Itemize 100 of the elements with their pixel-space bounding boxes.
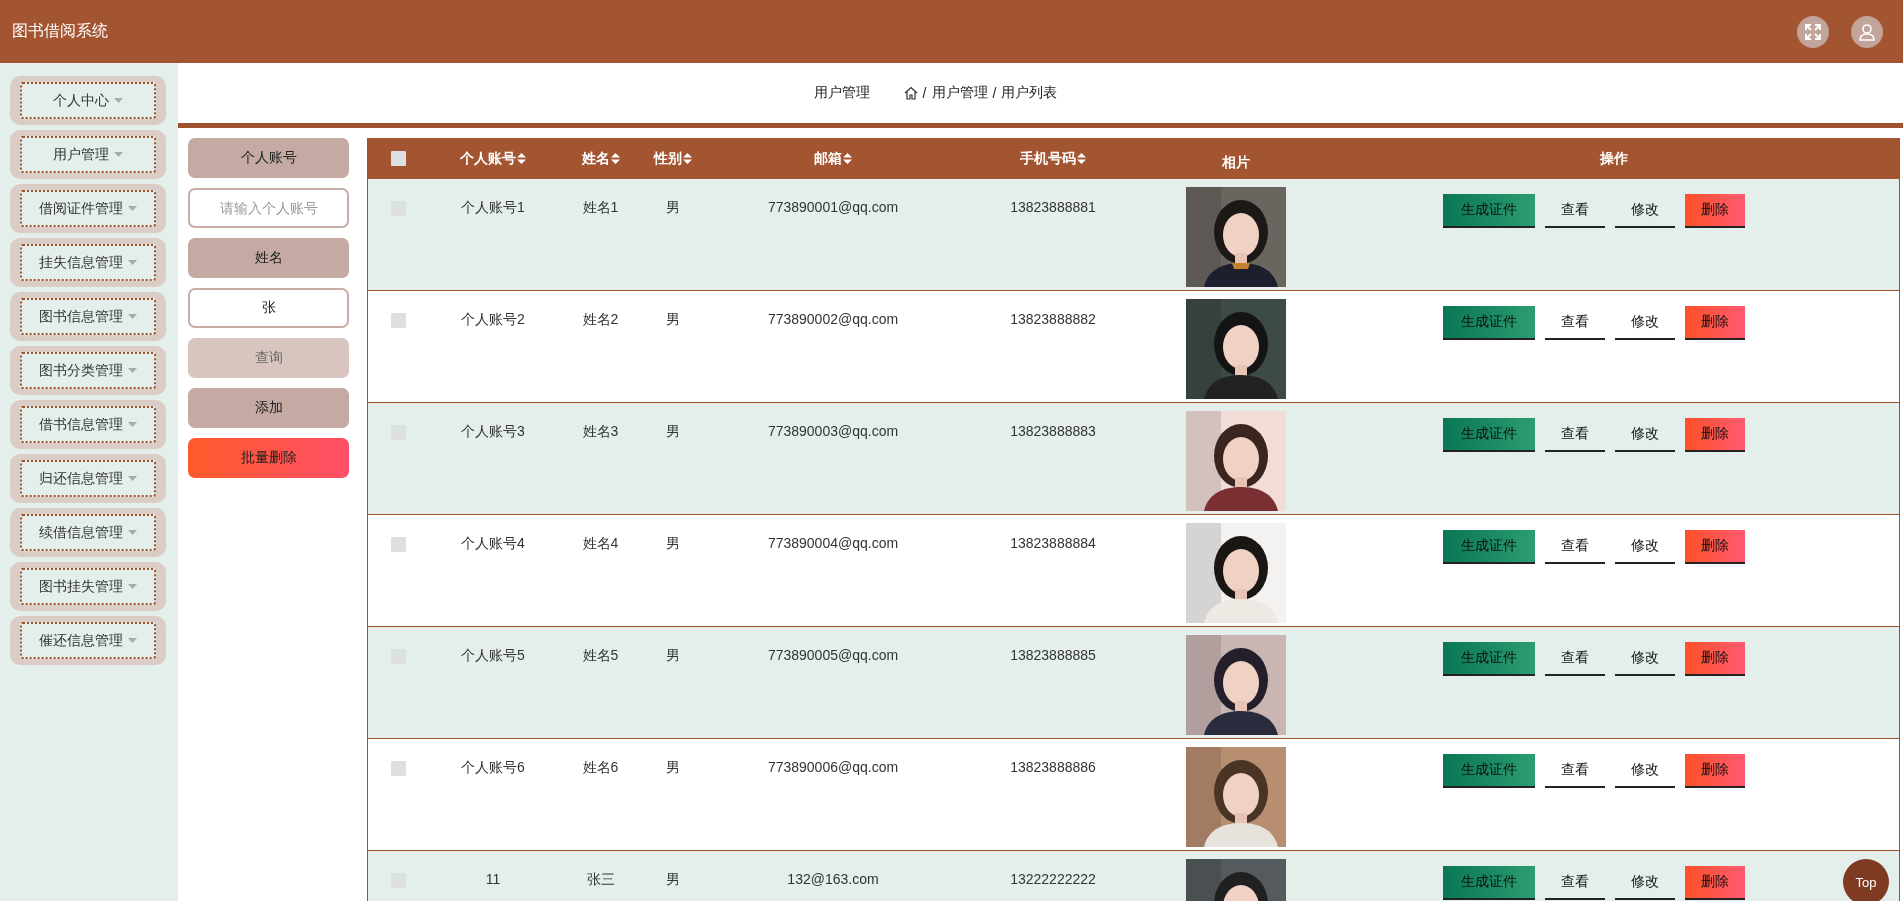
search-button[interactable]: 查询 <box>188 338 349 378</box>
text-button[interactable]: 查看 <box>1545 306 1605 340</box>
table-cell: 个人账号1 <box>461 199 525 217</box>
text-button[interactable]: 查看 <box>1545 418 1605 452</box>
sort-icon[interactable] <box>683 153 692 164</box>
caret-icon <box>128 583 137 590</box>
fullscreen-button[interactable] <box>1797 15 1829 48</box>
table-cell: 13823888882 <box>1010 311 1096 329</box>
column-header[interactable]: 邮箱 <box>814 149 852 168</box>
caret-icon <box>128 259 137 266</box>
sidebar-item[interactable]: 个人中心 <box>20 82 156 119</box>
sort-icon[interactable] <box>843 153 852 164</box>
sidebar-item[interactable]: 归还信息管理 <box>20 460 156 497</box>
column-header[interactable]: 性别 <box>654 149 692 168</box>
table-cell: 个人账号4 <box>461 535 525 553</box>
column-header: 操作 <box>1600 149 1628 168</box>
table-cell: 13222222222 <box>1010 871 1096 889</box>
sidebar-item[interactable]: 图书分类管理 <box>20 352 156 389</box>
table-cell: 13823888885 <box>1010 647 1096 665</box>
sidebar-item[interactable]: 催还信息管理 <box>20 622 156 659</box>
field-label: 姓名 <box>188 238 349 278</box>
sidebar-item[interactable]: 用户管理 <box>20 136 156 173</box>
sort-icon[interactable] <box>1077 153 1086 164</box>
sidebar-item[interactable]: 续借信息管理 <box>20 514 156 551</box>
table-cell: 男 <box>666 647 680 665</box>
delete-button[interactable]: 删除 <box>1685 866 1745 900</box>
delete-button[interactable]: 删除 <box>1685 530 1745 564</box>
table-cell: 132@163.com <box>787 871 879 889</box>
column-header[interactable]: 个人账号 <box>460 149 526 168</box>
generate-card-button[interactable]: 生成证件 <box>1443 642 1535 676</box>
text-button[interactable]: 修改 <box>1615 754 1675 788</box>
text-button[interactable]: 修改 <box>1615 530 1675 564</box>
text-button[interactable]: 修改 <box>1615 418 1675 452</box>
delete-button[interactable]: 删除 <box>1685 194 1745 228</box>
input-field[interactable]: 张 <box>188 288 349 328</box>
generate-card-button[interactable]: 生成证件 <box>1443 754 1535 788</box>
table-cell: 773890006@qq.com <box>767 759 899 777</box>
generate-card-button[interactable]: 生成证件 <box>1443 194 1535 228</box>
delete-button[interactable]: 删除 <box>1685 418 1745 452</box>
column-header[interactable]: 姓名 <box>581 149 620 168</box>
app-title: 图书借阅系统 <box>12 21 108 41</box>
sort-icon[interactable] <box>517 153 526 164</box>
table-cell: 13823888884 <box>1010 535 1096 553</box>
table-cell: 个人账号6 <box>461 759 525 777</box>
text-button[interactable]: 修改 <box>1615 194 1675 228</box>
table-cell: 13823888881 <box>1010 199 1096 217</box>
sidebar-item[interactable]: 借书信息管理 <box>20 406 156 443</box>
sort-icon[interactable] <box>610 153 620 164</box>
home-icon[interactable] <box>903 86 918 100</box>
caret-icon <box>128 475 137 482</box>
text-button[interactable]: 查看 <box>1545 754 1605 788</box>
column-header: 相片 <box>1222 153 1250 172</box>
caret-icon <box>128 421 137 428</box>
delete-button[interactable]: 删除 <box>1685 754 1745 788</box>
page-title: 用户管理 <box>813 84 870 102</box>
text-button[interactable]: 修改 <box>1615 642 1675 676</box>
table-cell: 773890003@qq.com <box>767 423 899 441</box>
batch-delete-button[interactable]: 批量删除 <box>188 438 349 478</box>
table-cell: 姓名1 <box>582 199 619 217</box>
user-button[interactable] <box>1851 15 1883 48</box>
table-cell: 个人账号3 <box>461 423 525 441</box>
row-checkbox[interactable] <box>390 761 406 776</box>
row-checkbox[interactable] <box>390 537 406 552</box>
table-cell: 姓名5 <box>582 647 619 665</box>
generate-card-button[interactable]: 生成证件 <box>1443 306 1535 340</box>
text-button[interactable]: 查看 <box>1545 194 1605 228</box>
sidebar-item[interactable]: 图书信息管理 <box>20 298 156 335</box>
text-button[interactable]: 修改 <box>1615 306 1675 340</box>
table-cell: 773890002@qq.com <box>767 311 899 329</box>
text-button[interactable]: 修改 <box>1615 866 1675 900</box>
add-button[interactable]: 添加 <box>188 388 349 428</box>
sidebar-item[interactable]: 挂失信息管理 <box>20 244 156 281</box>
field-label: 个人账号 <box>188 138 349 178</box>
caret-icon <box>128 205 137 212</box>
table-cell: 男 <box>666 423 680 441</box>
generate-card-button[interactable]: 生成证件 <box>1443 418 1535 452</box>
caret-icon <box>128 637 137 644</box>
caret-icon <box>128 367 137 374</box>
table-cell: 男 <box>666 871 680 889</box>
breadcrumb-item[interactable]: 用户列表 <box>1001 84 1058 102</box>
caret-icon <box>114 97 123 104</box>
breadcrumb-item[interactable]: 用户管理 <box>931 84 988 102</box>
row-checkbox[interactable] <box>390 313 406 328</box>
input-field[interactable]: 请输入个人账号 <box>188 188 349 228</box>
generate-card-button[interactable]: 生成证件 <box>1443 530 1535 564</box>
table-cell: 男 <box>666 759 680 777</box>
delete-button[interactable]: 删除 <box>1685 642 1745 676</box>
delete-button[interactable]: 删除 <box>1685 306 1745 340</box>
sidebar-item[interactable]: 图书挂失管理 <box>20 568 156 605</box>
expand-icon <box>1804 22 1822 41</box>
text-button[interactable]: 查看 <box>1545 866 1605 900</box>
table-cell: 姓名6 <box>582 759 619 777</box>
sidebar-item[interactable]: 借阅证件管理 <box>20 190 156 227</box>
text-button[interactable]: 查看 <box>1545 530 1605 564</box>
text-button[interactable]: 查看 <box>1545 642 1605 676</box>
select-all-checkbox[interactable] <box>390 151 406 166</box>
caret-icon <box>128 529 137 536</box>
table-cell: 男 <box>666 535 680 553</box>
column-header[interactable]: 手机号码 <box>1020 149 1086 168</box>
generate-card-button[interactable]: 生成证件 <box>1443 866 1535 900</box>
